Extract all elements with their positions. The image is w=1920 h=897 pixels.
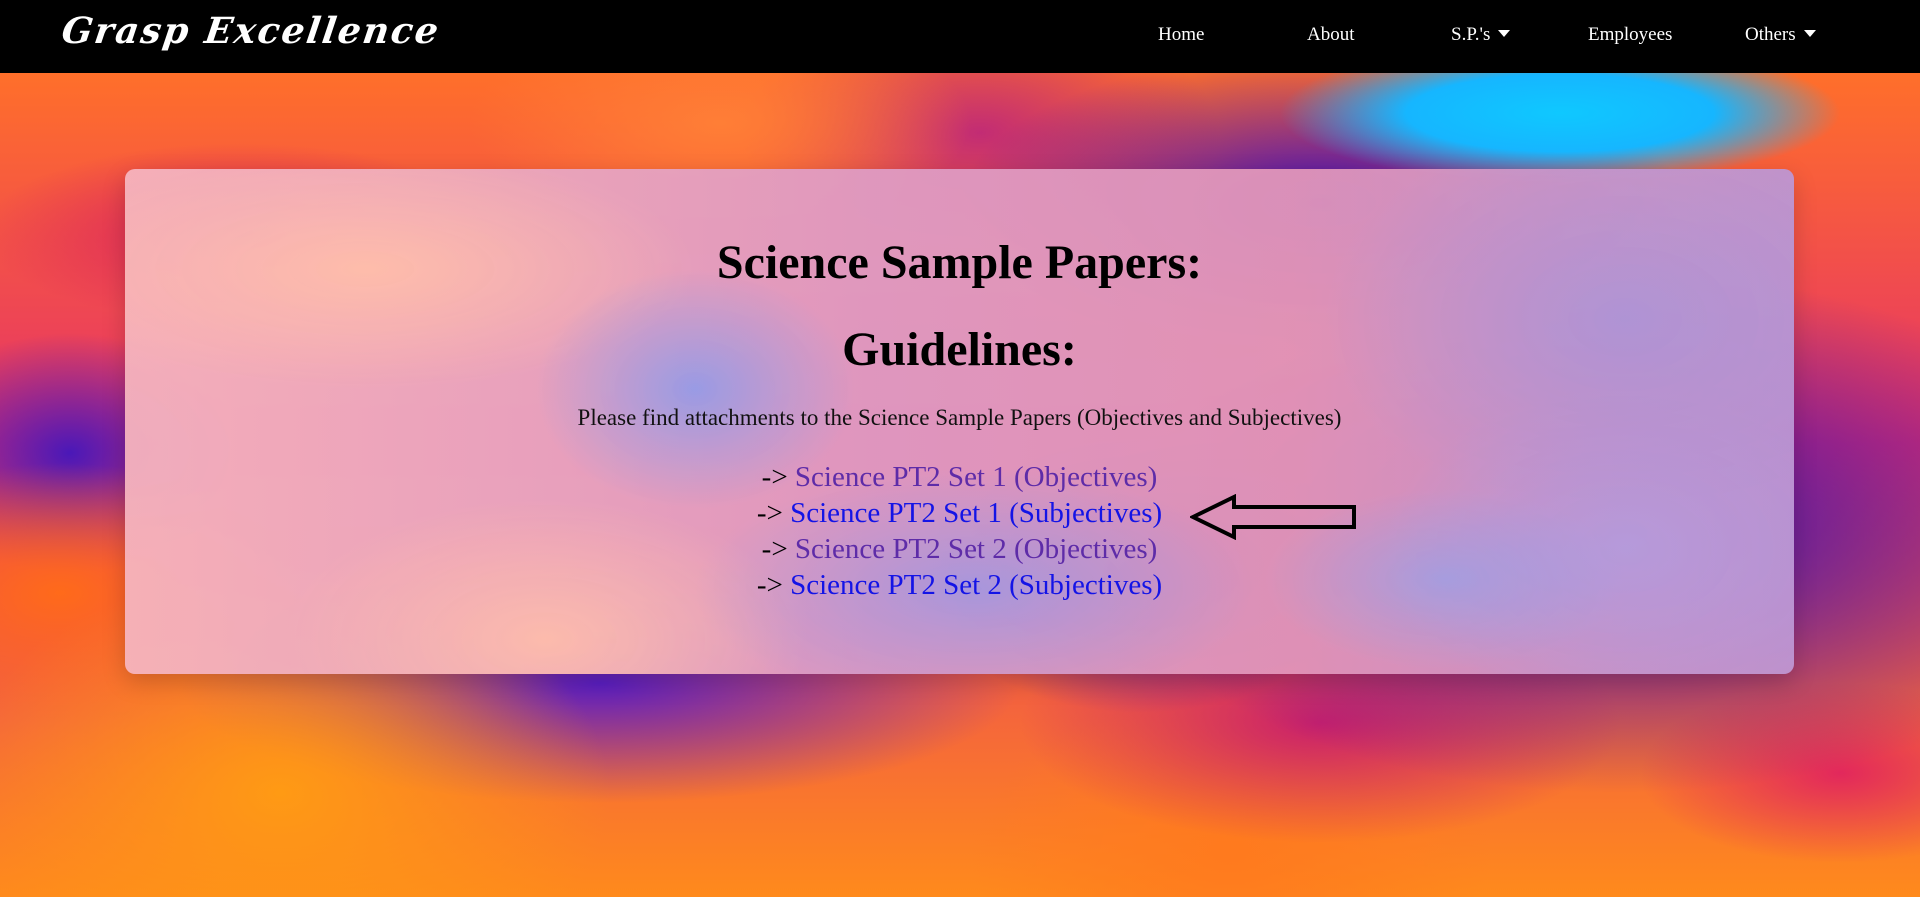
left-arrow-outline-icon [1190,494,1356,540]
link-set2-objectives[interactable]: Science PT2 Set 2 (Objectives) [795,533,1157,565]
link-prefix: -> [756,497,783,529]
list-item: -> Science PT2 Set 1 (Subjectives) [125,495,1794,531]
guidelines-heading: Guidelines: [842,323,1077,376]
nav-employees-label: Employees [1588,24,1673,45]
link-set1-objectives[interactable]: Science PT2 Set 1 (Objectives) [795,461,1157,493]
link-set1-subjectives[interactable]: Science PT2 Set 1 (Subjectives) [790,497,1162,529]
nav-about[interactable]: About [1307,24,1355,46]
brand-logo[interactable]: Grasp Excellence [59,10,443,52]
nav-sps-label: S.P.'s [1451,24,1491,45]
content-card: Science Sample Papers: Guidelines: Pleas… [125,169,1794,674]
nav-employees[interactable]: Employees [1588,24,1672,46]
link-prefix: -> [756,569,783,601]
nav-sps-dropdown[interactable]: S.P.'s [1451,24,1511,46]
nav-others-label: Others [1745,24,1796,45]
nav-home[interactable]: Home [1158,24,1204,46]
link-prefix: -> [761,533,788,565]
nav-home-label: Home [1158,24,1205,45]
list-item: -> Science PT2 Set 2 (Subjectives) [125,567,1794,603]
page-title: Science Sample Papers: [716,236,1203,289]
caret-down-icon [1803,30,1816,37]
link-prefix: -> [761,461,788,493]
nav-others-dropdown[interactable]: Others [1745,24,1816,46]
caret-down-icon [1498,30,1511,37]
nav-about-label: About [1307,24,1355,45]
link-set2-subjectives[interactable]: Science PT2 Set 2 (Subjectives) [790,569,1162,601]
list-item: -> Science PT2 Set 1 (Objectives) [125,459,1794,495]
sample-paper-links: -> Science PT2 Set 1 (Objectives) -> Sci… [125,459,1794,603]
list-item: -> Science PT2 Set 2 (Objectives) [125,531,1794,567]
description-text: Please find attachments to the Science S… [577,405,1342,430]
top-navbar: Grasp Excellence Home About S.P.'s Emplo… [0,0,1920,73]
